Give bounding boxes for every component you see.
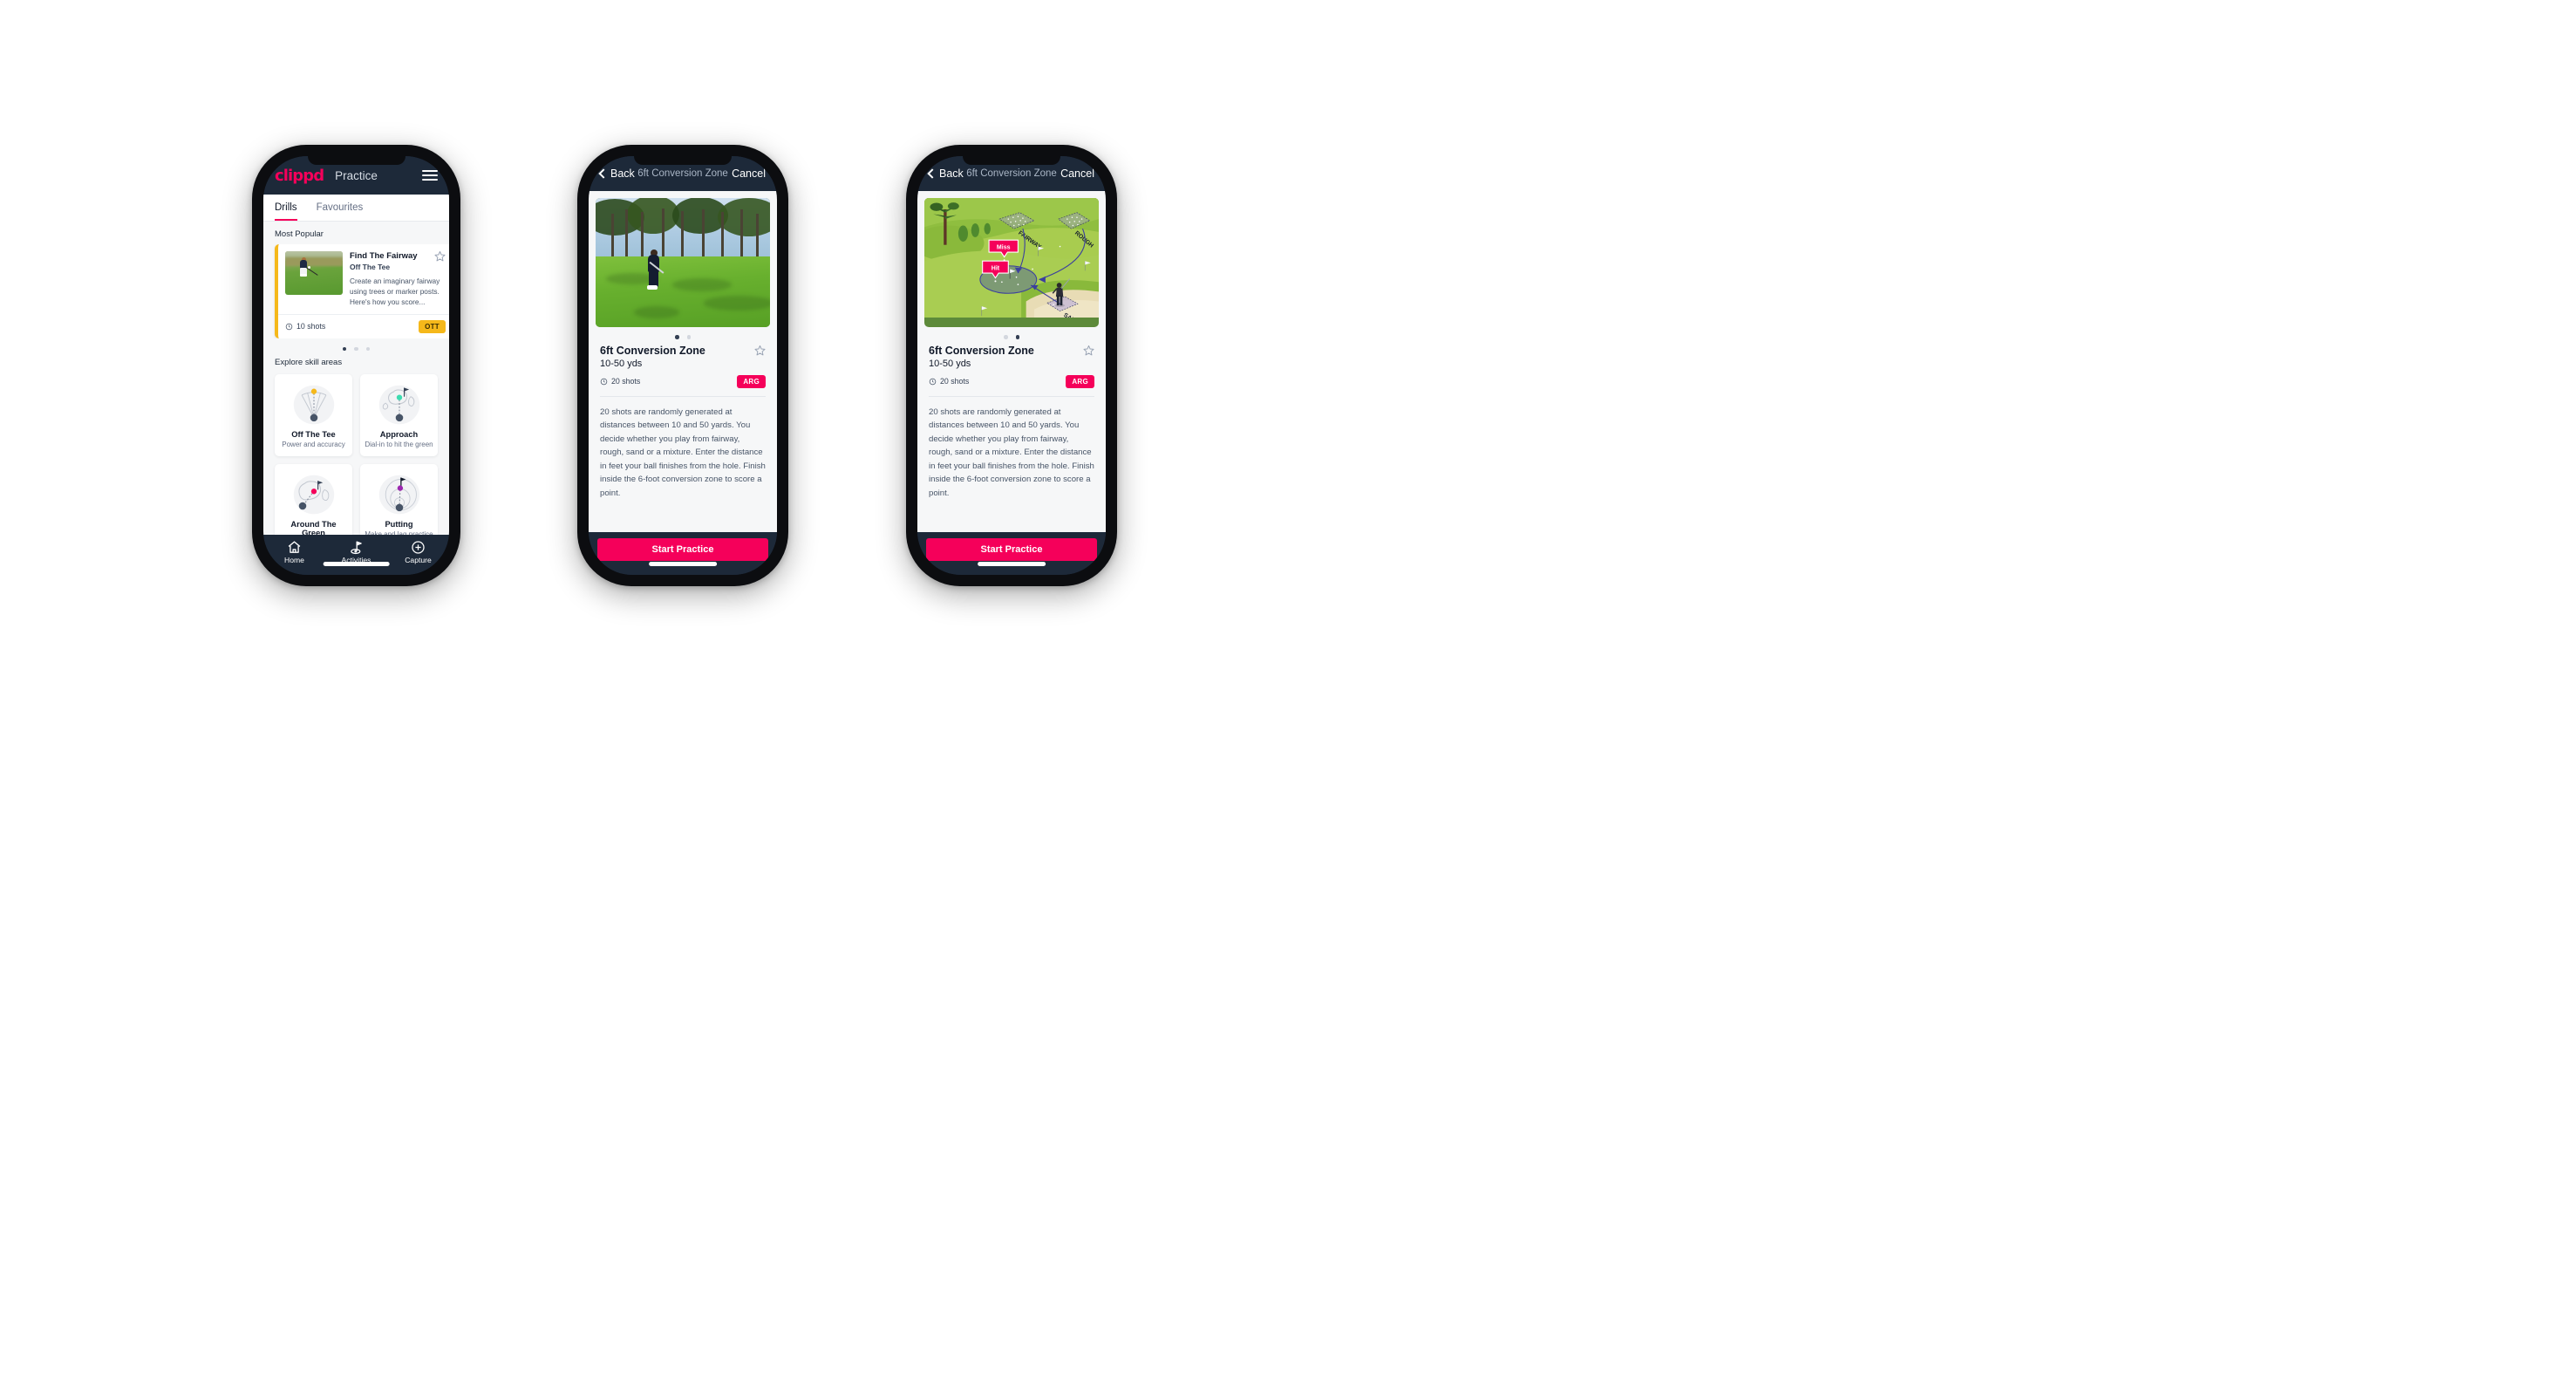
drill-detail-head: 6ft Conversion Zone 10-50 yds 20 shots A… [589, 345, 777, 388]
drill-description: Create an imaginary fairway using trees … [350, 276, 440, 306]
drill-range: 10-50 yds [600, 358, 643, 369]
skill-badge: OTT [419, 319, 446, 333]
drill-video-still[interactable] [596, 198, 770, 327]
carousel-dot[interactable] [342, 346, 347, 352]
detail-body: 6ft Conversion Zone 10-50 yds 20 shots A… [589, 191, 777, 532]
shots-label: 20 shots [611, 377, 641, 386]
media-dot[interactable] [675, 335, 679, 339]
around-the-green-icon [278, 472, 349, 517]
bottom-navigation: Home Activities Capture [263, 535, 449, 575]
drill-card[interactable]: Find The Fairway Off The Tee Create an i… [275, 244, 449, 338]
off-the-tee-icon [278, 382, 349, 427]
media-dots [917, 327, 1106, 345]
cancel-button[interactable]: Cancel [732, 167, 766, 180]
skill-areas-grid: Off The Tee Power and accuracy Approach … [263, 372, 449, 535]
skill-title: Off The Tee [291, 430, 336, 440]
clock-icon [929, 378, 937, 385]
back-button[interactable]: Back [598, 167, 635, 180]
drill-category: Off The Tee [350, 262, 391, 271]
home-indicator [649, 562, 717, 566]
back-label: Back [610, 167, 635, 180]
skill-badge: ARG [1066, 374, 1094, 388]
putting-icon [364, 472, 434, 517]
golf-flag-icon [325, 540, 387, 554]
skill-card-around-the-green[interactable]: Around The Green Hone your short game [275, 464, 352, 535]
shots-count: 20 shots [600, 377, 640, 386]
phone-mockup-drill-detail-diagram: Back 6ft Conversion Zone Cancel FAIRWAY … [906, 145, 1117, 586]
clock-icon [600, 378, 608, 385]
drill-detail-head: 6ft Conversion Zone 10-50 yds 20 shots A… [917, 345, 1106, 388]
cancel-button[interactable]: Cancel [1060, 167, 1094, 180]
tab-drills[interactable]: Drills [275, 195, 297, 221]
carousel-dot[interactable] [365, 346, 371, 352]
home-icon [263, 540, 325, 554]
nav-item-capture[interactable]: Capture [387, 540, 449, 564]
phone-mockup-practice-list: clippd Practice Drills Favourites Most P… [252, 145, 460, 586]
drill-title: Find The Fairway [350, 251, 418, 261]
approach-icon [364, 382, 434, 427]
shots-count: 20 shots [929, 377, 969, 386]
star-outline-icon[interactable] [754, 345, 766, 356]
skill-badge: ARG [737, 374, 766, 388]
phone-mockup-drill-detail-video: Back 6ft Conversion Zone Cancel 6ft Conv… [577, 145, 788, 586]
phone-notch [634, 156, 732, 165]
shots-count: 10 shots [285, 322, 325, 331]
drill-description: 20 shots are randomly generated at dista… [929, 407, 1094, 498]
shots-label: 20 shots [940, 377, 970, 386]
skill-subtitle: Dial-in to hit the green [365, 441, 433, 449]
media-dot[interactable] [1004, 335, 1008, 339]
back-button[interactable]: Back [927, 167, 964, 180]
detail-body: FAIRWAY ROUGH Miss Hit 6ft Conversion Zo… [917, 191, 1106, 532]
most-popular-carousel[interactable]: Find The Fairway Off The Tee Create an i… [263, 244, 449, 338]
back-label: Back [939, 167, 964, 180]
media-dot[interactable] [686, 335, 691, 339]
media-dots [589, 327, 777, 345]
clippd-logo: clippd [275, 166, 324, 185]
skill-card-approach[interactable]: Approach Dial-in to hit the green [360, 374, 438, 457]
course-diagram[interactable]: FAIRWAY ROUGH Miss Hit [924, 198, 1099, 327]
detail-footer: Start Practice [917, 532, 1106, 575]
drill-title: 6ft Conversion Zone [929, 344, 1034, 357]
drill-thumbnail [285, 251, 343, 295]
chevron-left-icon [927, 168, 937, 179]
skill-card-putting[interactable]: Putting Make and lag practice [360, 464, 438, 535]
section-label-explore: Explore skill areas [275, 358, 343, 368]
drill-title: 6ft Conversion Zone [600, 344, 705, 357]
carousel-dot[interactable] [354, 346, 358, 352]
hamburger-icon[interactable] [422, 169, 438, 181]
start-practice-button[interactable]: Start Practice [926, 538, 1097, 561]
detail-footer: Start Practice [589, 532, 777, 575]
carousel-dots [263, 338, 449, 359]
phone-notch [963, 156, 1060, 165]
shots-label: 10 shots [296, 322, 326, 331]
svg-text:Miss: Miss [997, 244, 1011, 250]
chevron-left-icon [598, 168, 609, 179]
drill-description: 20 shots are randomly generated at dista… [600, 407, 766, 498]
svg-text:Hit: Hit [992, 265, 1000, 271]
skill-card-off-the-tee[interactable]: Off The Tee Power and accuracy [275, 374, 352, 457]
drill-range: 10-50 yds [929, 358, 971, 369]
star-outline-icon[interactable] [434, 250, 446, 262]
media-dot[interactable] [1015, 335, 1019, 339]
nav-label: Capture [405, 556, 432, 564]
phone-notch [307, 156, 405, 165]
tab-bar: Drills Favourites [263, 195, 449, 222]
start-practice-button[interactable]: Start Practice [597, 538, 768, 561]
skill-title: Approach [379, 430, 419, 440]
home-indicator [323, 562, 390, 566]
section-label-most-popular: Most Popular [275, 229, 324, 239]
nav-label: Home [284, 556, 304, 564]
nav-item-home[interactable]: Home [263, 540, 325, 564]
tab-favourites[interactable]: Favourites [317, 195, 364, 221]
nav-item-activities[interactable]: Activities [325, 540, 387, 564]
practice-body: Drills Favourites Most Popular Find The … [263, 195, 449, 535]
star-outline-icon[interactable] [1083, 345, 1094, 356]
home-indicator [978, 562, 1046, 566]
clock-icon [285, 323, 293, 331]
skill-title: Around The Green [290, 520, 337, 535]
skill-title: Putting [385, 520, 413, 530]
skill-subtitle: Power and accuracy [282, 441, 345, 449]
plus-circle-icon [387, 540, 449, 554]
screenshot-canvas: clippd Practice Drills Favourites Most P… [0, 0, 2576, 1387]
